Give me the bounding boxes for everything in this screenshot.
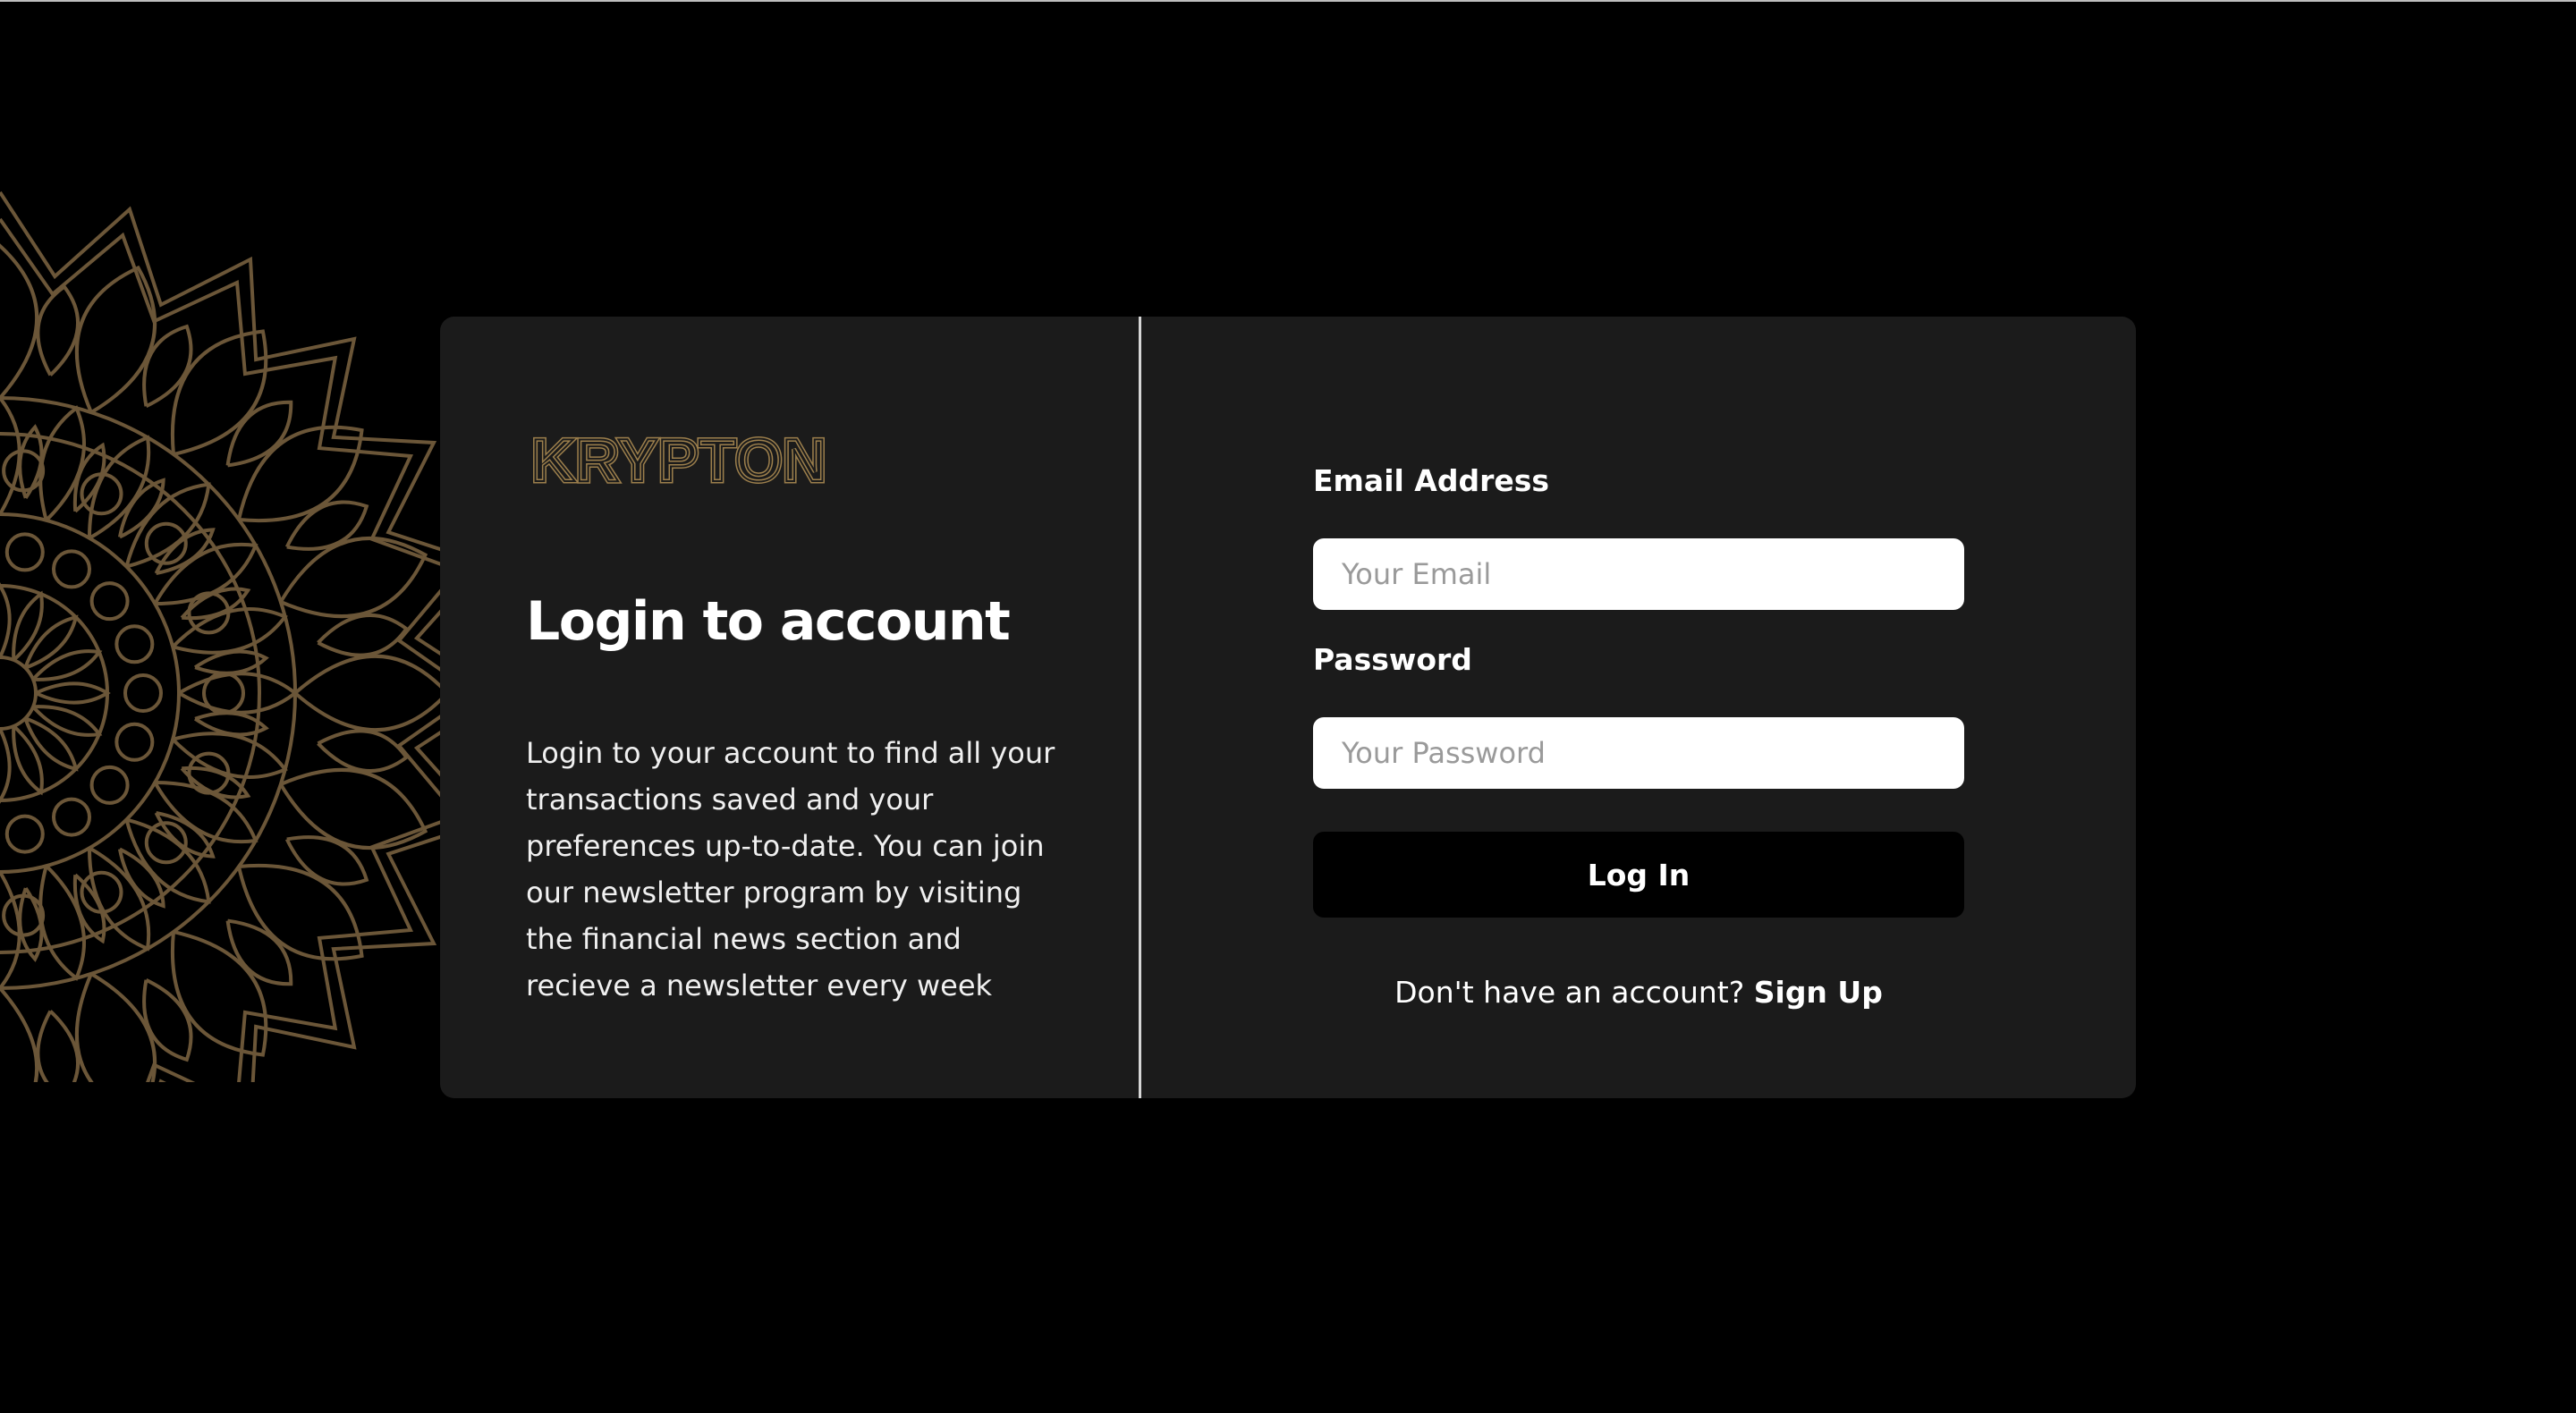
krypton-logo: KRYPTON KRYPTON — [530, 425, 829, 496]
vertical-divider — [1139, 317, 1141, 1098]
log-in-button[interactable]: Log In — [1313, 832, 1964, 918]
password-label: Password — [1313, 642, 1472, 677]
top-rule — [0, 0, 2576, 2]
email-label: Email Address — [1313, 463, 1550, 498]
password-field[interactable] — [1313, 717, 1964, 789]
logo-text-inner: KRYPTON — [531, 427, 826, 495]
signup-prompt: Don't have an account? — [1394, 975, 1745, 1010]
intro-description: Login to your account to find all your t… — [526, 736, 1055, 1003]
login-card: KRYPTON KRYPTON Login to account Login t… — [440, 317, 2136, 1098]
sign-up-link[interactable]: Sign Up — [1754, 975, 1883, 1010]
page-title: Login to account — [526, 590, 1011, 653]
signup-row: Don't have an account? Sign Up — [1313, 975, 1964, 1010]
email-field[interactable] — [1313, 538, 1964, 610]
